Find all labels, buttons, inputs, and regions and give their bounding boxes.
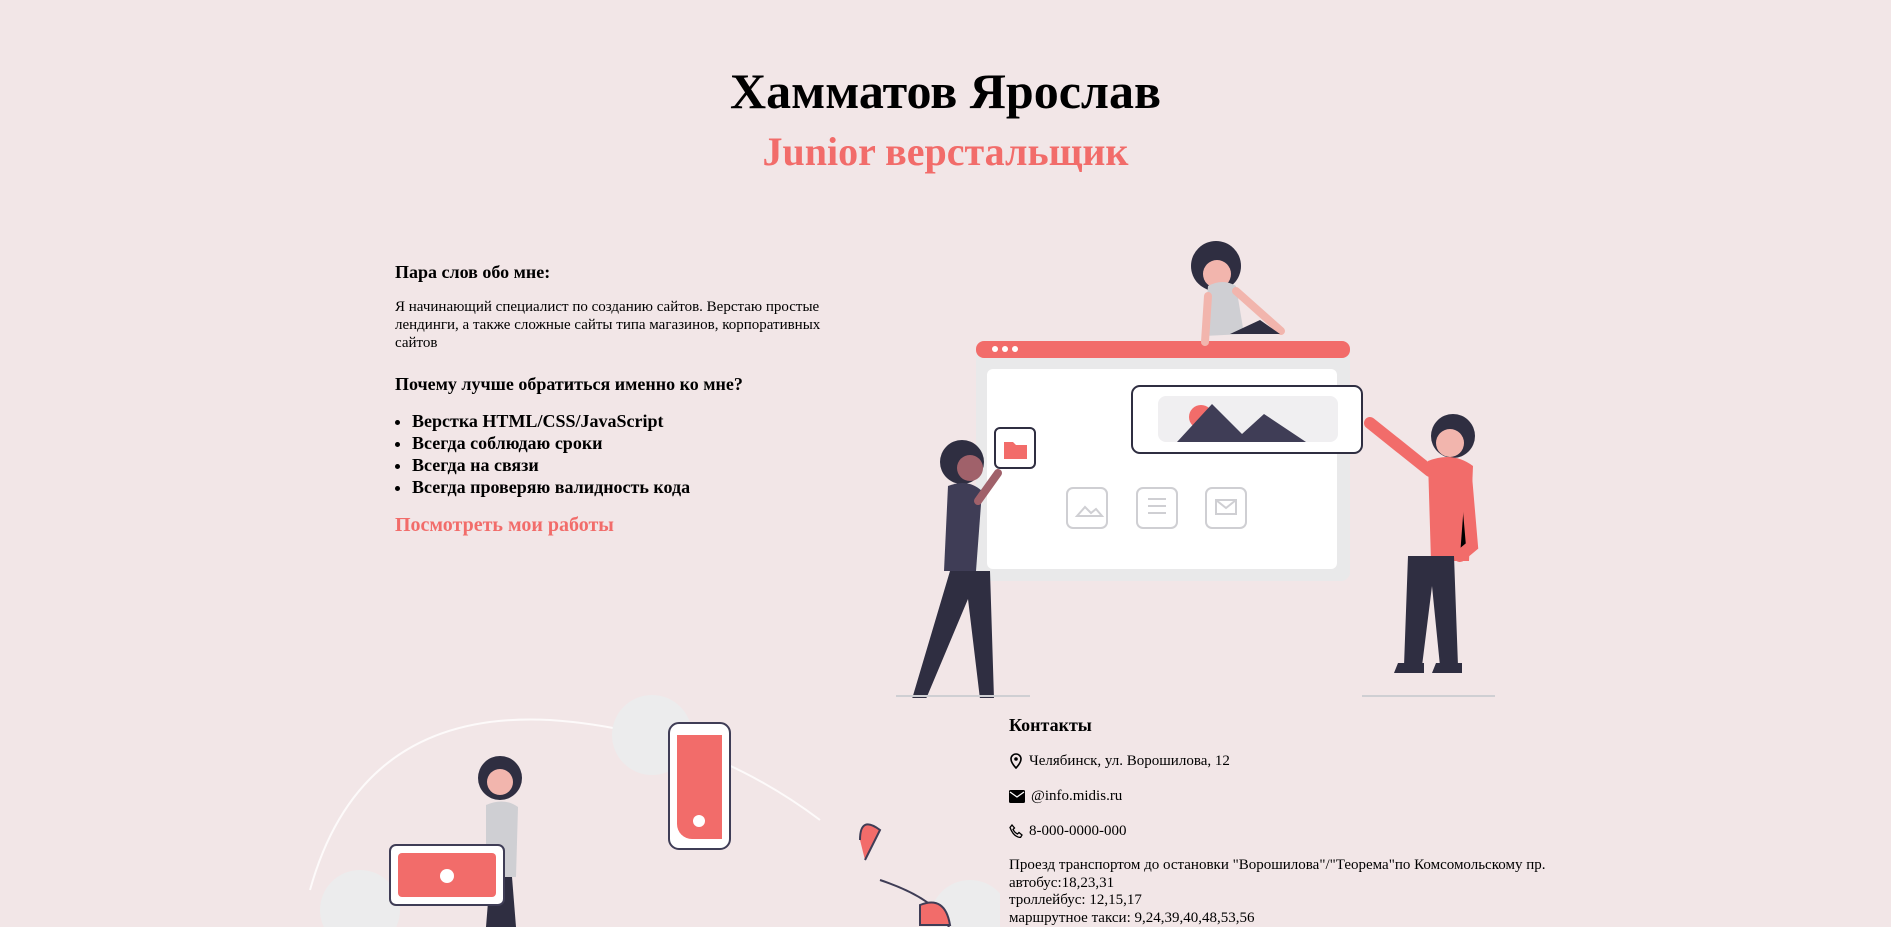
phone-row: 8-000-0000-000 [1009,822,1609,840]
trolley-routes: троллейбус: 12,15,17 [1009,892,1142,908]
reasons-list: Верстка HTML/CSS/JavaScript Всегда соблю… [395,410,865,498]
transport-info: Проезд транспортом до остановки "Ворошил… [1009,857,1609,927]
minibus-routes: маршрутное такси: 9,24,39,40,48,53,56 [1009,909,1255,926]
list-item: Всегда проверяю валидность кода [412,476,865,498]
map-pin-icon [1010,753,1022,769]
phone-icon [1009,824,1023,838]
window-dot-icon [1012,346,1018,352]
email-text[interactable]: @info.midis.ru [1031,787,1122,805]
envelope-icon [1009,789,1025,803]
author-name: Хамматов Ярослав [730,63,1161,119]
about-heading: Пара слов обо мне: [395,262,551,282]
team-website-illustration [896,241,1495,698]
window-dot-icon [1002,346,1008,352]
window-dot-icon [992,346,998,352]
address-row: Челябинск, ул. Ворошилова, 12 [1009,752,1609,770]
document-icon [1136,487,1178,529]
author-role: Junior верстальщик [762,129,1129,174]
list-item: Всегда соблюдаю сроки [412,432,865,454]
transport-intro: Проезд транспортом до остановки "Ворошил… [1009,857,1546,873]
email-row: @info.midis.ru [1009,787,1609,805]
browser-titlebar [976,341,1350,358]
why-heading: Почему лучше обратиться именно ко мне? [395,374,743,394]
contacts-heading: Контакты [1009,715,1092,735]
page: Хамматов Ярослав Junior верстальщик Пара… [0,0,1891,927]
about-text: Я начинающий специалист по созданию сайт… [395,299,821,351]
list-item: Верстка HTML/CSS/JavaScript [412,410,865,432]
phone-text[interactable]: 8-000-0000-000 [1029,822,1127,840]
address-text: Челябинск, ул. Ворошилова, 12 [1029,753,1230,769]
contact-illustration [309,695,1000,927]
bus-routes: автобус:18,23,31 [1009,874,1115,891]
about-section: Пара слов обо мне: Я начинающий специали… [395,258,865,537]
view-works-link[interactable]: Посмотреть мои работы [395,514,614,537]
header: Хамматов Ярослав Junior верстальщик [0,60,1891,182]
contacts-section: Контакты Челябинск, ул. Ворошилова, 12 @… [1009,712,1609,927]
list-item: Всегда на связи [412,454,865,476]
